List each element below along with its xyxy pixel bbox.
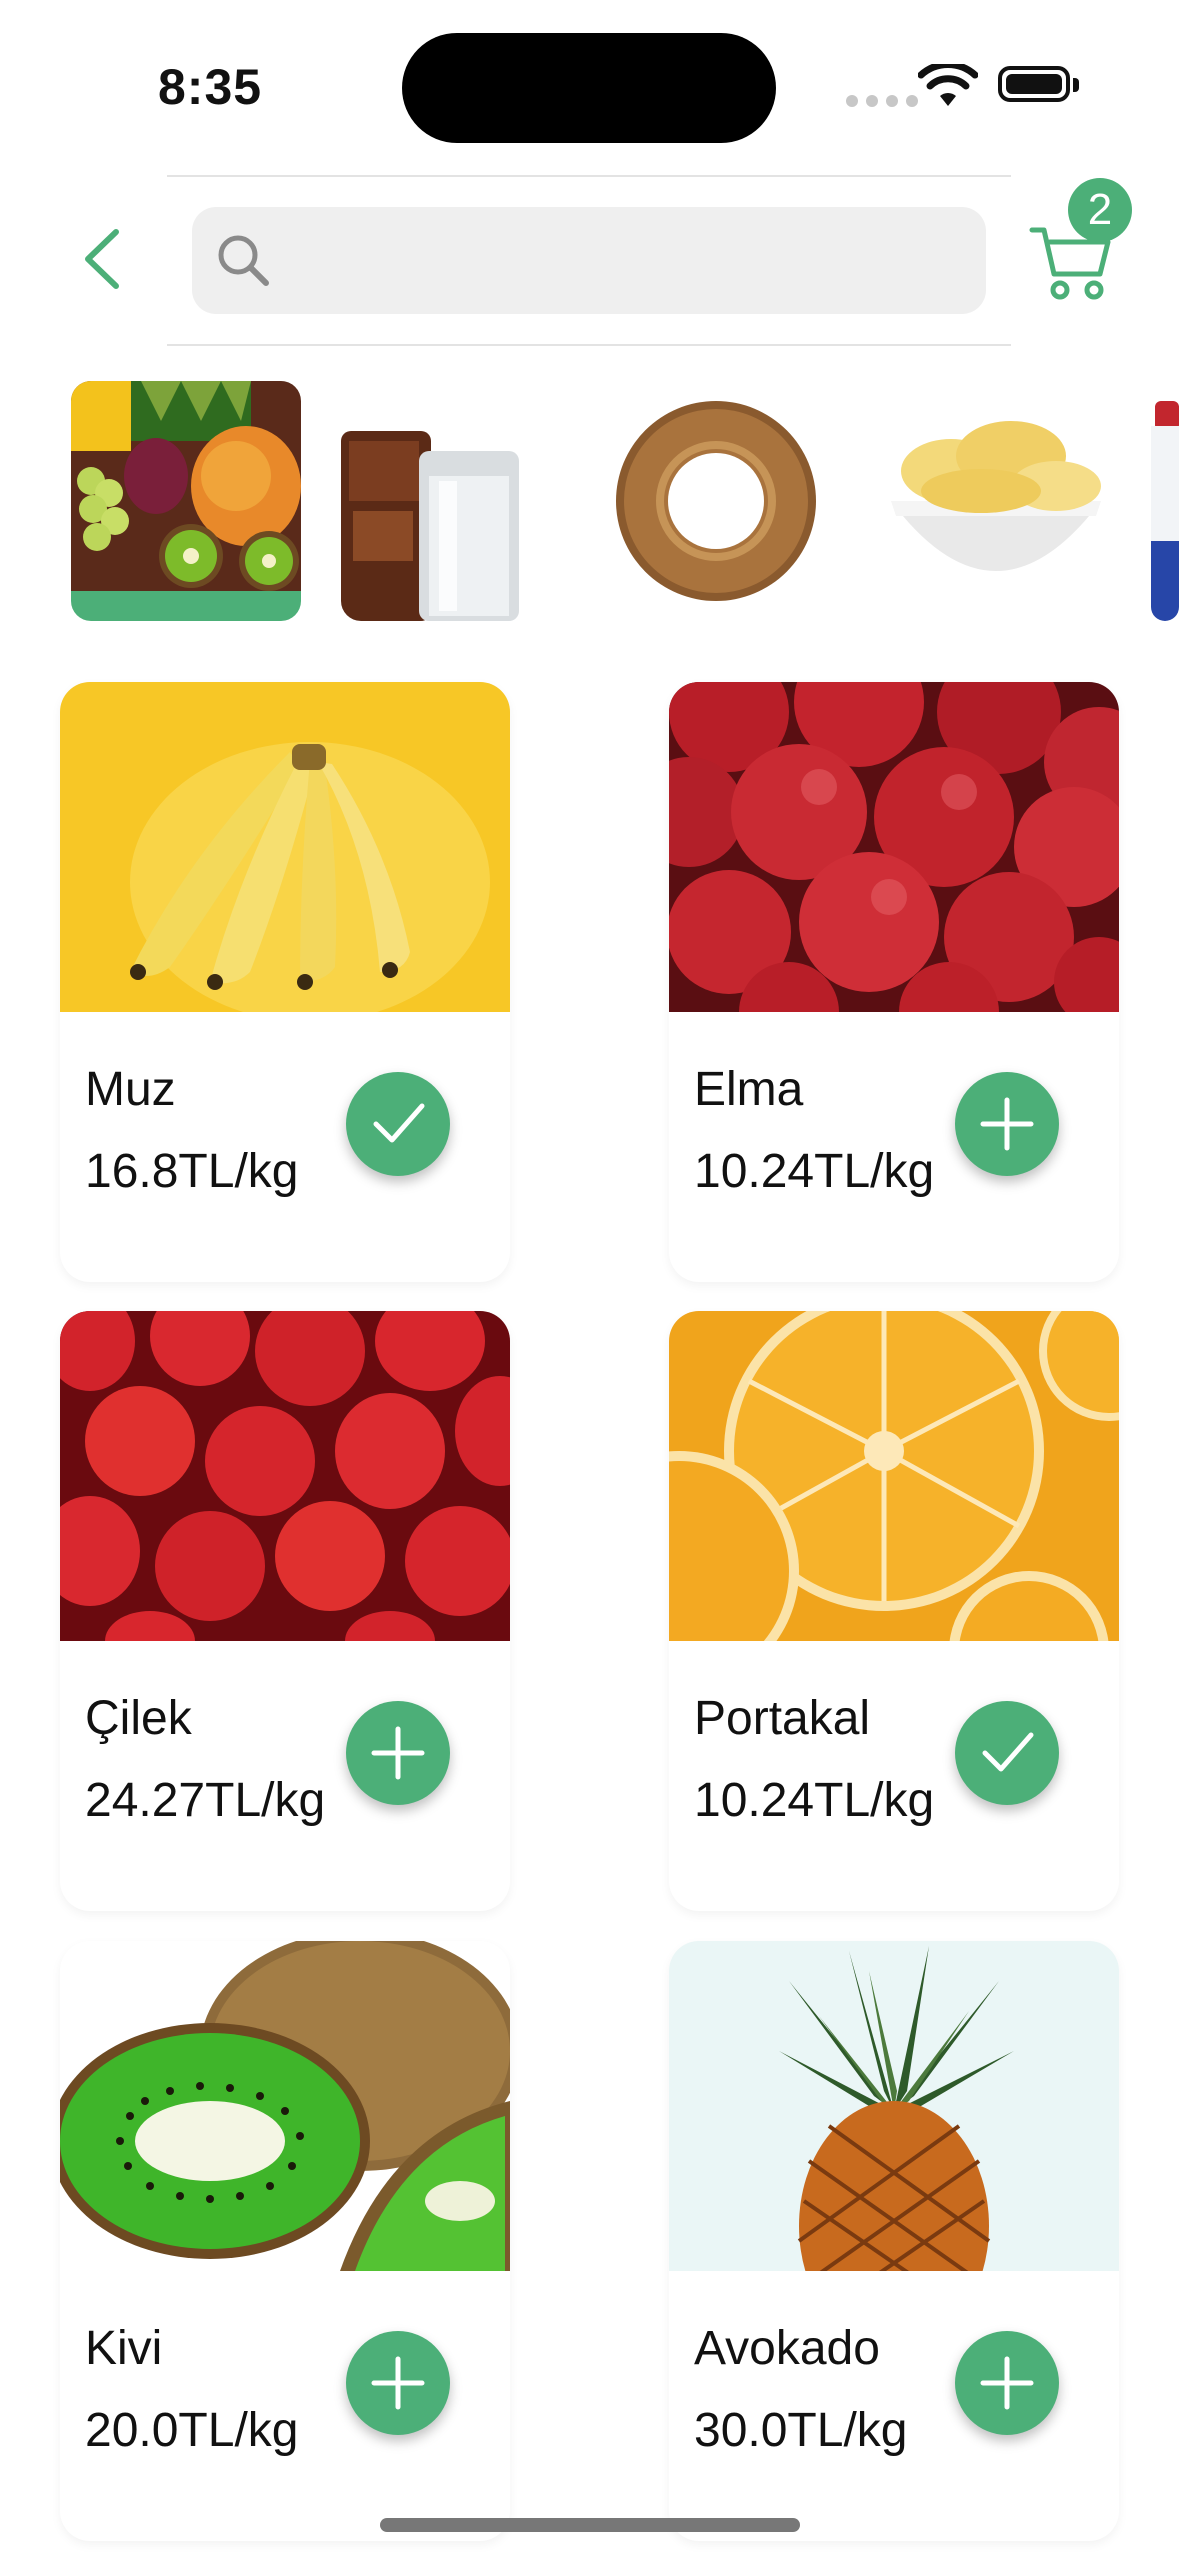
category-beverages[interactable]	[341, 381, 571, 621]
search-input[interactable]	[282, 207, 962, 314]
simit-image	[611, 381, 841, 621]
add-to-cart-button[interactable]	[346, 2331, 450, 2435]
product-name: Elma	[694, 1063, 804, 1116]
home-indicator	[380, 2518, 800, 2532]
plus-icon	[980, 2356, 1034, 2410]
plus-icon	[371, 2356, 425, 2410]
orange-image	[669, 1311, 1119, 1641]
milk-bottle-image	[1151, 381, 1179, 621]
product-price: 30.0TL/kg	[694, 2404, 908, 2457]
search-icon	[218, 235, 269, 286]
product-name: Çilek	[85, 1692, 192, 1745]
category-dairy[interactable]	[1151, 381, 1179, 621]
add-to-cart-button[interactable]	[346, 1701, 450, 1805]
product-name: Portakal	[694, 1692, 871, 1745]
search-bar[interactable]	[192, 207, 986, 314]
add-to-cart-button[interactable]	[955, 2331, 1059, 2435]
battery-icon	[998, 66, 1070, 102]
product-card-cilek[interactable]: Çilek 24.27TL/kg	[60, 1311, 510, 1911]
category-bakery[interactable]	[611, 381, 841, 621]
category-snacks[interactable]	[881, 381, 1111, 621]
product-price: 20.0TL/kg	[85, 2404, 299, 2457]
product-price: 10.24TL/kg	[694, 1774, 935, 1827]
product-name: Muz	[85, 1063, 176, 1116]
in-cart-button[interactable]	[955, 1701, 1059, 1805]
cellular-signal-icon	[846, 95, 918, 107]
in-cart-button[interactable]	[346, 1072, 450, 1176]
pineapple-image	[669, 1941, 1119, 2271]
battery-cap	[1073, 78, 1079, 92]
product-price: 10.24TL/kg	[694, 1145, 935, 1198]
header-divider-top	[167, 175, 1011, 177]
dynamic-island	[402, 33, 776, 143]
header-divider-bottom	[167, 344, 1011, 346]
kiwi-image	[60, 1941, 510, 2271]
product-card-muz[interactable]: Muz 16.8TL/kg	[60, 682, 510, 1282]
product-name: Avokado	[694, 2322, 880, 2375]
category-fruits-vegetables[interactable]	[71, 381, 301, 621]
check-icon	[373, 1103, 425, 1143]
apple-image	[669, 682, 1119, 1012]
status-time: 8:35	[158, 59, 263, 115]
add-to-cart-button[interactable]	[955, 1072, 1059, 1176]
cart-count-badge: 2	[1068, 178, 1132, 242]
product-price: 24.27TL/kg	[85, 1774, 326, 1827]
chips-image	[881, 381, 1111, 621]
fruit-basket-image	[71, 381, 301, 591]
plus-icon	[371, 1726, 425, 1780]
banana-image	[60, 682, 510, 1012]
product-card-kivi[interactable]: Kivi 20.0TL/kg	[60, 1941, 510, 2541]
beverages-image	[341, 381, 571, 621]
chevron-left-icon[interactable]	[78, 228, 128, 290]
plus-icon	[980, 1097, 1034, 1151]
product-card-portakal[interactable]: Portakal 10.24TL/kg	[669, 1311, 1119, 1911]
wifi-icon	[918, 64, 978, 106]
product-card-avokado[interactable]: Avokado 30.0TL/kg	[669, 1941, 1119, 2541]
product-price: 16.8TL/kg	[85, 1145, 299, 1198]
product-name: Kivi	[85, 2322, 163, 2375]
strawberry-image	[60, 1311, 510, 1641]
product-card-elma[interactable]: Elma 10.24TL/kg	[669, 682, 1119, 1282]
check-icon	[982, 1732, 1034, 1772]
